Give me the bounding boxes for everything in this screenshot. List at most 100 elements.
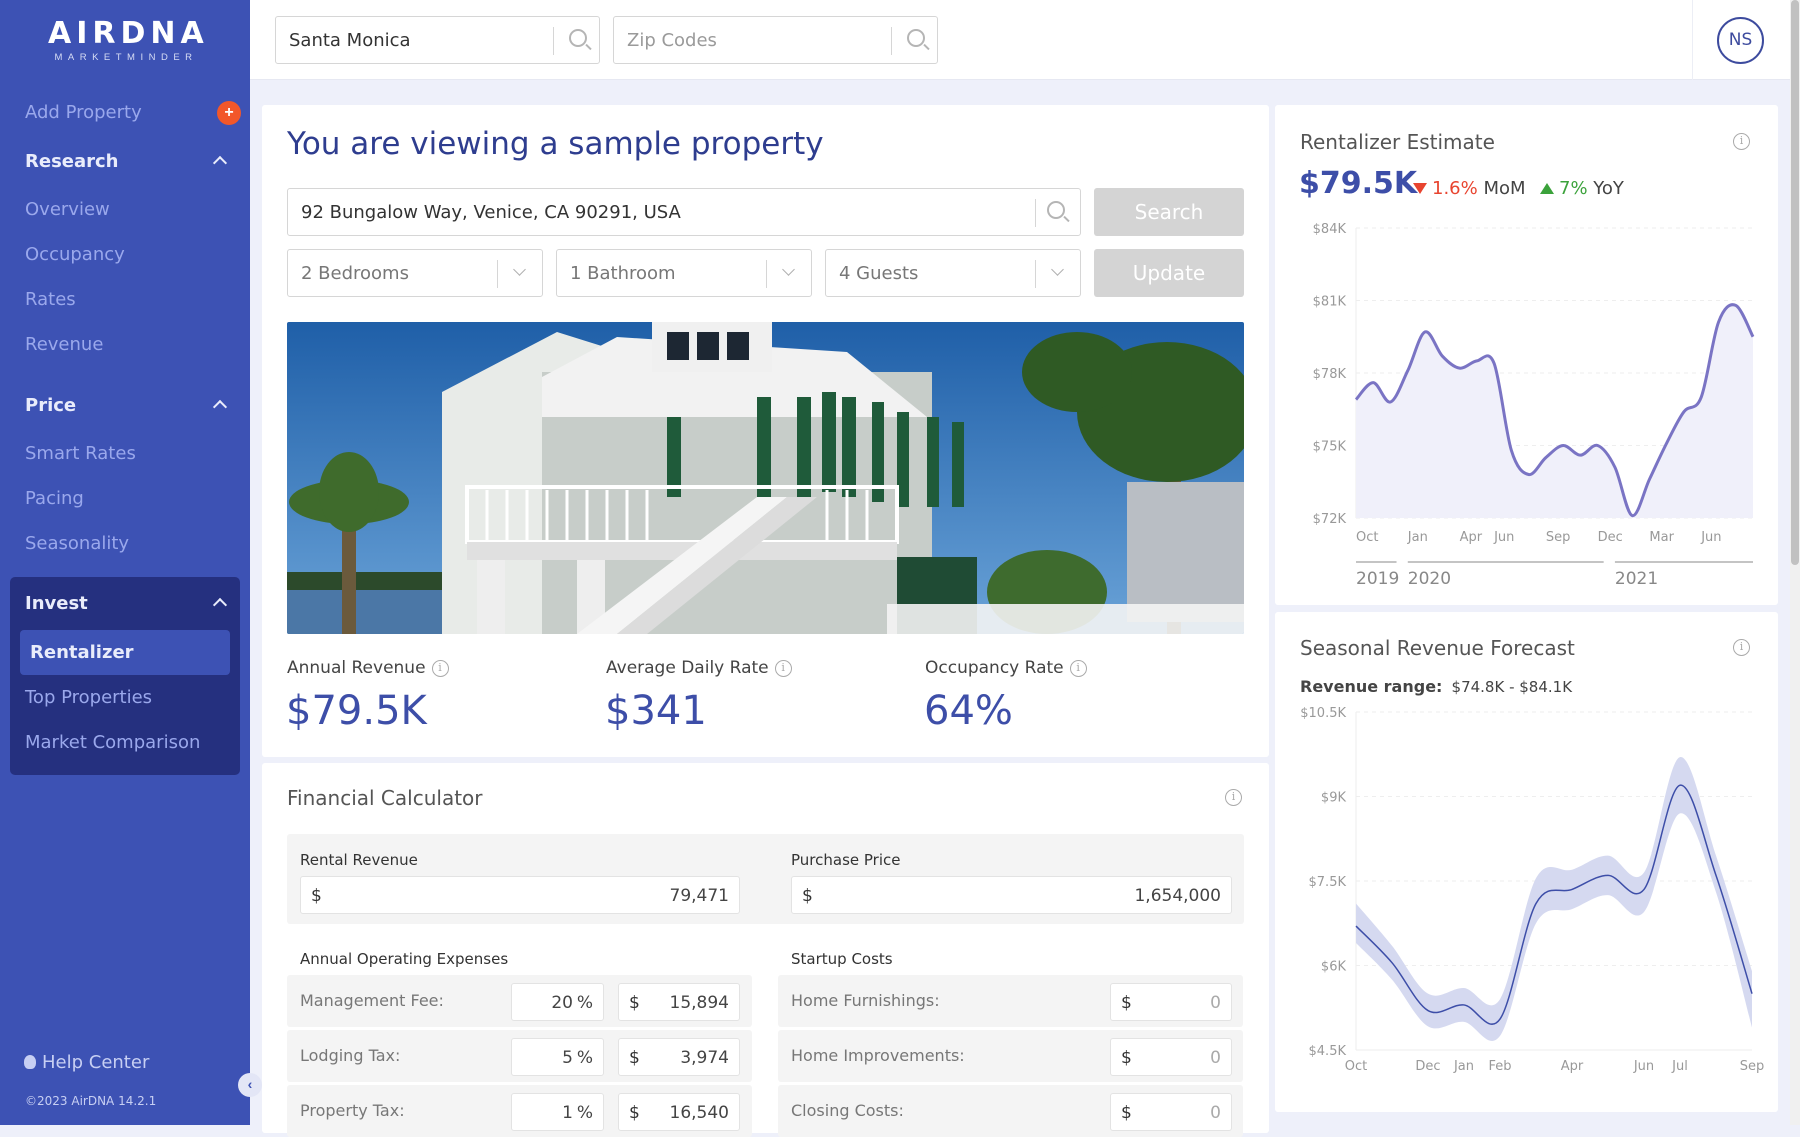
user-avatar[interactable]: NS bbox=[1717, 17, 1764, 64]
occupancy-label-text: Occupancy Rate bbox=[925, 658, 1064, 678]
year-label: 2021 bbox=[1615, 569, 1658, 589]
x-tick-label: Jan bbox=[1407, 530, 1428, 545]
rentalizer-estimate-chart: $72K$75K$78K$81K$84KOctJanAprJunSepDecMa… bbox=[1290, 210, 1770, 590]
home-furnishings-amount: 0 bbox=[1210, 993, 1221, 1013]
yoy-change: 7% YoY bbox=[1540, 178, 1624, 199]
closing-costs-input[interactable]: $ 0 bbox=[1110, 1093, 1232, 1131]
sidebar-section-price[interactable]: Price bbox=[25, 395, 76, 416]
input-divider bbox=[553, 27, 554, 55]
info-icon[interactable]: i bbox=[432, 660, 449, 677]
lodging-tax-amount-input[interactable]: $ 3,974 bbox=[618, 1038, 740, 1076]
sidebar-item-seasonality[interactable]: Seasonality bbox=[25, 533, 129, 554]
zip-codes-input[interactable]: Zip Codes bbox=[613, 16, 938, 64]
market-search-input[interactable]: Santa Monica bbox=[275, 16, 600, 64]
sidebar-item-overview[interactable]: Overview bbox=[25, 199, 110, 220]
help-center-link[interactable]: Help Center bbox=[24, 1052, 149, 1073]
currency-prefix: $ bbox=[629, 993, 640, 1013]
x-tick-label: Feb bbox=[1488, 1059, 1511, 1074]
bathrooms-select[interactable]: 1 Bathroom bbox=[556, 249, 812, 297]
search-icon[interactable] bbox=[907, 29, 925, 47]
sidebar-item-occupancy[interactable]: Occupancy bbox=[25, 244, 125, 265]
sidebar-item-rentalizer[interactable]: Rentalizer bbox=[30, 642, 134, 663]
x-tick-label: Apr bbox=[1460, 530, 1483, 545]
zip-codes-placeholder: Zip Codes bbox=[627, 30, 717, 51]
purchase-price-value: 1,654,000 bbox=[1134, 886, 1221, 906]
rental-revenue-input[interactable]: $ 79,471 bbox=[300, 876, 740, 914]
x-tick-label: Jun bbox=[1633, 1059, 1654, 1074]
purchase-price-input[interactable]: $ 1,654,000 bbox=[791, 876, 1232, 914]
revenue-range: Revenue range: $74.8K - $84.1K bbox=[1300, 677, 1572, 696]
guests-select[interactable]: 4 Guests bbox=[825, 249, 1081, 297]
sidebar-section-invest[interactable]: Invest bbox=[25, 593, 88, 614]
sidebar-item-pacing[interactable]: Pacing bbox=[25, 488, 84, 509]
sidebar-item-rates[interactable]: Rates bbox=[25, 289, 76, 310]
annual-revenue-value: $79.5K bbox=[286, 688, 427, 734]
property-tax-pct-input[interactable]: 1 % bbox=[511, 1093, 604, 1131]
management-fee-label: Management Fee: bbox=[300, 991, 444, 1010]
bathrooms-value: 1 Bathroom bbox=[570, 263, 676, 284]
management-fee-amount-input[interactable]: $ 15,894 bbox=[618, 983, 740, 1021]
chevron-down-icon[interactable] bbox=[1051, 263, 1064, 276]
logo-wordmark: AIRDNA bbox=[48, 18, 204, 50]
currency-prefix: $ bbox=[802, 886, 813, 906]
opex-title: Annual Operating Expenses bbox=[300, 950, 508, 968]
update-button[interactable]: Update bbox=[1094, 249, 1244, 297]
x-tick-label: Oct bbox=[1356, 530, 1378, 545]
chevron-down-icon[interactable] bbox=[782, 263, 795, 276]
input-divider bbox=[891, 27, 892, 55]
x-tick-label: Oct bbox=[1345, 1059, 1367, 1074]
search-icon[interactable] bbox=[1047, 201, 1065, 219]
collapse-sidebar-button[interactable]: ‹ bbox=[238, 1073, 262, 1097]
x-tick-label: Sep bbox=[1740, 1059, 1765, 1074]
yoy-label: YoY bbox=[1593, 178, 1624, 199]
sidebar-item-top-properties[interactable]: Top Properties bbox=[25, 687, 152, 708]
sidebar-item-add-property[interactable]: Add Property bbox=[25, 102, 142, 123]
home-furnishings-label: Home Furnishings: bbox=[791, 991, 940, 1010]
info-icon[interactable]: i bbox=[1070, 660, 1087, 677]
x-tick-label: Jun bbox=[1700, 530, 1721, 545]
info-icon[interactable]: i bbox=[1733, 133, 1750, 150]
home-furnishings-input[interactable]: $ 0 bbox=[1110, 983, 1232, 1021]
search-icon[interactable] bbox=[569, 29, 587, 47]
y-tick-label: $9K bbox=[1321, 791, 1347, 806]
info-icon[interactable]: i bbox=[775, 660, 792, 677]
management-fee-amount: 15,894 bbox=[670, 993, 729, 1013]
select-divider bbox=[1035, 260, 1036, 288]
occupancy-value: 64% bbox=[924, 688, 1013, 734]
sidebar-item-smart-rates[interactable]: Smart Rates bbox=[25, 443, 136, 464]
info-icon[interactable]: i bbox=[1225, 789, 1242, 806]
airdna-logo[interactable]: AIRDNA MARKETMINDER bbox=[48, 18, 204, 63]
adr-value: $341 bbox=[605, 688, 707, 734]
property-photo-illustration bbox=[287, 322, 1244, 634]
address-input[interactable]: 92 Bungalow Way, Venice, CA 90291, USA bbox=[287, 188, 1081, 236]
management-fee-pct-input[interactable]: 20 % bbox=[511, 983, 604, 1021]
property-tax-amount-input[interactable]: $ 16,540 bbox=[618, 1093, 740, 1131]
sidebar-section-research[interactable]: Research bbox=[25, 151, 119, 172]
y-tick-label: $81K bbox=[1313, 295, 1347, 310]
home-improvements-input[interactable]: $ 0 bbox=[1110, 1038, 1232, 1076]
property-tax-label: Property Tax: bbox=[300, 1101, 405, 1120]
chevron-up-icon[interactable] bbox=[213, 400, 227, 414]
chevron-down-icon[interactable] bbox=[513, 263, 526, 276]
area-fill bbox=[1356, 305, 1753, 518]
sidebar-item-revenue[interactable]: Revenue bbox=[25, 334, 103, 355]
down-arrow-icon bbox=[1413, 183, 1427, 194]
sidebar-item-market-comparison[interactable]: Market Comparison bbox=[25, 732, 200, 753]
bedrooms-select[interactable]: 2 Bedrooms bbox=[287, 249, 543, 297]
y-tick-label: $78K bbox=[1313, 367, 1347, 382]
lodging-tax-pct-input[interactable]: 5 % bbox=[511, 1038, 604, 1076]
info-icon[interactable]: i bbox=[1733, 639, 1750, 656]
property-photo bbox=[287, 322, 1244, 634]
scrollbar-thumb[interactable] bbox=[1791, 0, 1799, 565]
rentalizer-estimate-title: Rentalizer Estimate bbox=[1300, 130, 1495, 154]
select-divider bbox=[766, 260, 767, 288]
add-property-plus-icon[interactable]: + bbox=[217, 101, 241, 125]
mom-change: 1.6% MoM bbox=[1413, 178, 1526, 199]
search-button[interactable]: Search bbox=[1094, 188, 1244, 236]
mom-label: MoM bbox=[1483, 178, 1525, 199]
year-label: 2019 bbox=[1356, 569, 1399, 589]
closing-costs-label: Closing Costs: bbox=[791, 1101, 904, 1120]
chevron-up-icon[interactable] bbox=[213, 156, 227, 170]
currency-prefix: $ bbox=[629, 1103, 640, 1123]
year-label: 2020 bbox=[1408, 569, 1451, 589]
